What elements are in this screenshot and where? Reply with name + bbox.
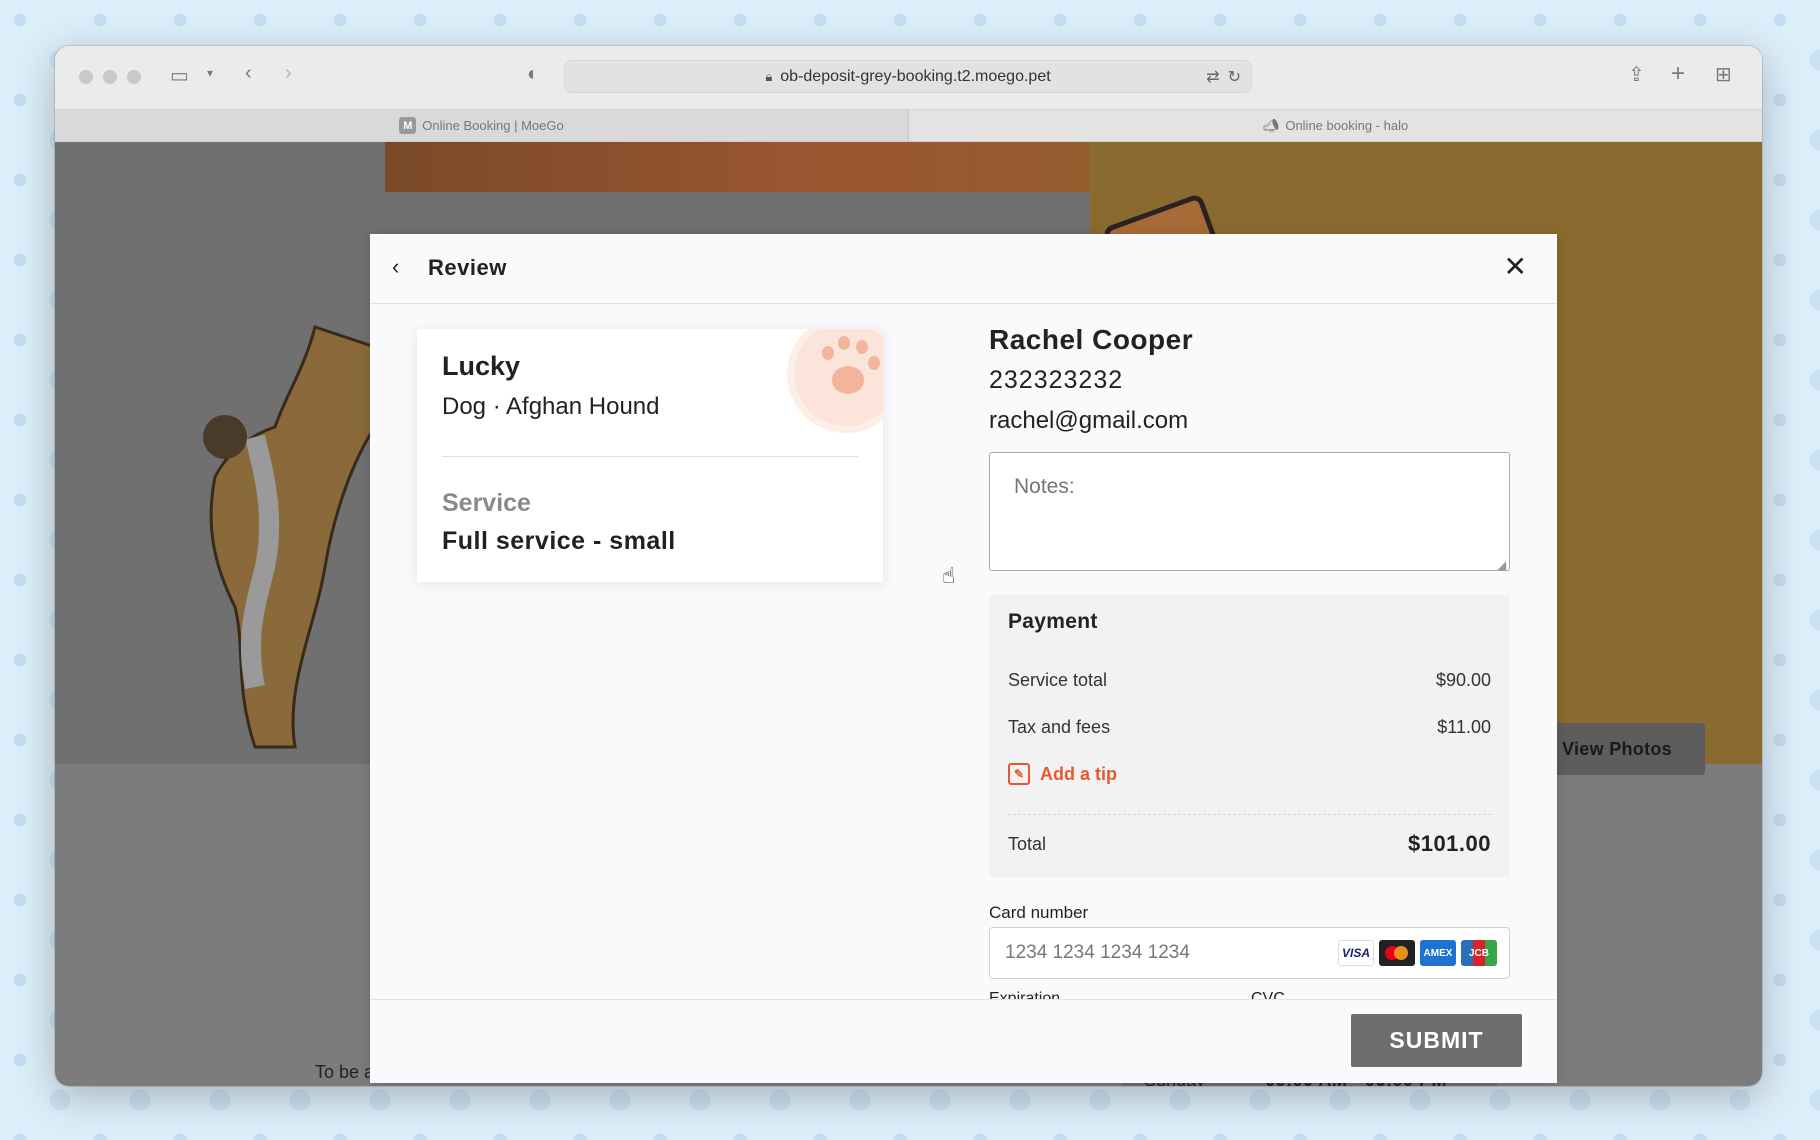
megaphone-icon: 📣︎ [1262, 117, 1280, 133]
mastercard-icon [1379, 940, 1415, 966]
tab-overview-icon[interactable]: ⊞ [1715, 62, 1732, 87]
jcb-icon: JCB [1461, 940, 1497, 966]
browser-window: ▭ ▾ ‹ › ◐ 🔒︎ ob-deposit-grey-booking.t2.… [55, 46, 1762, 1086]
url-text: ob-deposit-grey-booking.t2.moego.pet [780, 67, 1051, 85]
add-tip-label: Add a tip [1040, 763, 1117, 784]
client-email: rachel@gmail.com [989, 407, 1189, 434]
sidebar-toggle-icon[interactable]: ▭ [170, 63, 189, 88]
service-label: Service [442, 489, 531, 517]
address-bar[interactable]: 🔒︎ ob-deposit-grey-booking.t2.moego.pet … [564, 60, 1252, 93]
service-name: Full service - small [442, 527, 676, 555]
visa-icon: VISA [1338, 940, 1374, 966]
tab-label: Online Booking | MoeGo [422, 118, 564, 133]
pet-card: Lucky Dog · Afghan Hound Service Full se… [417, 329, 883, 582]
minimize-window-button[interactable] [103, 70, 117, 84]
close-window-button[interactable] [79, 70, 93, 84]
zoom-window-button[interactable] [127, 70, 141, 84]
moego-favicon-icon: M [399, 117, 417, 134]
reload-icon[interactable]: ↻ [1228, 67, 1241, 87]
edit-icon: ✎ [1008, 763, 1030, 785]
card-number-placeholder: 1234 1234 1234 1234 [1005, 942, 1190, 963]
total-label: Total [1008, 833, 1047, 854]
pet-name: Lucky [442, 351, 521, 381]
back-arrow-icon[interactable]: ‹ [392, 254, 399, 280]
tab-bar: M Online Booking | MoeGo 📣︎ Online booki… [55, 109, 1762, 142]
payment-title: Payment [1008, 610, 1098, 633]
pet-breed: Dog · Afghan Hound [442, 393, 660, 420]
browser-toolbar: ▭ ▾ ‹ › ◐ 🔒︎ ob-deposit-grey-booking.t2.… [55, 46, 1762, 109]
card-number-input[interactable]: 1234 1234 1234 1234 VISA AMEX JCB [989, 927, 1510, 979]
lock-icon: 🔒︎ [765, 68, 773, 84]
back-nav-icon[interactable]: ‹ [245, 62, 252, 85]
payment-summary: Payment Service total $90.00 Tax and fee… [989, 595, 1510, 877]
submit-button[interactable]: SUBMIT [1351, 1014, 1522, 1067]
tab-online-booking-halo[interactable]: 📣︎ Online booking - halo [909, 110, 1762, 141]
translate-icon[interactable]: ⇄ [1206, 67, 1219, 87]
shield-icon[interactable]: ◐ [527, 63, 539, 86]
divider [1008, 814, 1491, 815]
modal-footer: SUBMIT [370, 999, 1557, 1083]
modal-title: Review [428, 255, 507, 280]
close-icon[interactable]: ✕ [1504, 250, 1527, 283]
tax-label: Tax and fees [1008, 717, 1111, 737]
card-number-label: Card number [989, 903, 1089, 922]
service-total-row: Service total $90.00 [1008, 670, 1491, 691]
share-icon[interactable]: ⇪ [1628, 62, 1645, 87]
amex-icon: AMEX [1420, 940, 1456, 966]
service-total-value: $90.00 [1435, 670, 1491, 690]
service-total-label: Service total [1008, 670, 1108, 690]
card-brand-logos: VISA AMEX JCB [1338, 940, 1497, 966]
tax-value: $11.00 [1437, 717, 1491, 737]
paw-icon [787, 329, 883, 433]
notes-field[interactable] [989, 452, 1510, 571]
tax-row: Tax and fees $11.00 [1008, 717, 1491, 738]
review-modal: ‹ Review ✕ Lucky Dog · Afghan Hound Serv… [370, 234, 1557, 1083]
add-tip-button[interactable]: ✎ Add a tip [1008, 763, 1117, 785]
client-name: Rachel Cooper [989, 324, 1194, 355]
total-row: Total $101.00 [1008, 831, 1491, 857]
client-phone: 232323232 [989, 366, 1124, 394]
total-value: $101.00 [1407, 831, 1491, 856]
forward-nav-icon[interactable]: › [285, 62, 292, 85]
resize-handle-icon[interactable]: ◢ [1497, 558, 1506, 572]
chevron-down-icon[interactable]: ▾ [207, 66, 213, 80]
divider [442, 456, 858, 457]
window-controls[interactable] [79, 70, 141, 84]
dog-illustration [203, 325, 375, 749]
tab-online-booking-moego[interactable]: M Online Booking | MoeGo [55, 110, 909, 141]
modal-header: ‹ Review ✕ [370, 234, 1557, 304]
tab-label: Online booking - halo [1285, 118, 1409, 133]
hand-cursor-icon: ☝︎ [942, 563, 956, 588]
new-tab-icon[interactable]: + [1671, 60, 1685, 88]
